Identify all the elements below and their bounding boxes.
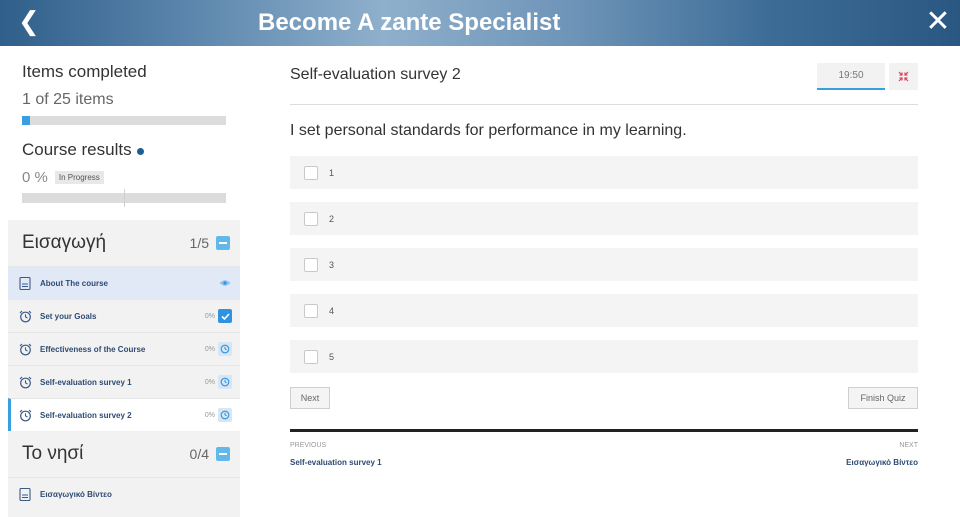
- collapse-minus-icon[interactable]: [216, 236, 230, 250]
- lesson-item[interactable]: Εισαγωγικό Βίντεο: [8, 477, 240, 510]
- section-progress: 0/4: [189, 446, 209, 462]
- document-icon: [18, 276, 32, 290]
- section-meta: 0/4: [190, 446, 230, 462]
- answer-checkbox[interactable]: [304, 165, 318, 180]
- section-meta: 1/5: [190, 235, 230, 251]
- next-label: NEXT: [899, 442, 918, 449]
- answer-label: 3: [329, 259, 335, 270]
- lesson-label: About The course: [40, 278, 109, 288]
- previous-label: PREVIOUS: [290, 442, 327, 449]
- lesson-left: Self-evaluation survey 1: [18, 375, 132, 389]
- progress-summary: Items completed 1 of 25 items Course res…: [8, 46, 240, 220]
- passing-grade-marker: [124, 189, 125, 207]
- lesson-left: Εισαγωγικό Βίντεο: [18, 487, 112, 501]
- lesson-left: Set your Goals: [18, 309, 96, 323]
- answer-label: 1: [329, 167, 335, 178]
- lesson-label: Set your Goals: [40, 311, 97, 321]
- top-header: ❮ Become A zante Specialist ✕: [0, 0, 960, 46]
- lesson-item[interactable]: Set your Goals 0%: [8, 299, 240, 332]
- toggle-fullscreen-button[interactable]: [889, 63, 918, 90]
- quiz-content: Self-evaluation survey 2 19:50 I set per…: [290, 46, 918, 517]
- course-results-label: Course results: [22, 140, 132, 159]
- items-completed-heading: Items completed: [22, 62, 147, 81]
- finish-quiz-button[interactable]: Finish Quiz: [848, 387, 918, 409]
- lesson-item[interactable]: Self-evaluation survey 1 0%: [8, 365, 240, 398]
- section-header[interactable]: Το νησί 0/4: [8, 431, 240, 477]
- quiz-timer: 19:50: [817, 63, 885, 90]
- lesson-label: Self-evaluation survey 1: [40, 377, 132, 387]
- pending-clock-icon: [218, 375, 232, 389]
- section-title: Το νησί: [22, 443, 84, 464]
- collapse-minus-icon[interactable]: [216, 447, 230, 461]
- alarm-clock-icon: [18, 342, 32, 356]
- lesson-percent: 0%: [204, 378, 215, 386]
- items-completed-count: 1 of 25 items: [22, 91, 114, 108]
- answer-label: 2: [329, 213, 335, 224]
- answer-checkbox[interactable]: [304, 349, 318, 364]
- answer-label: 5: [329, 351, 335, 362]
- alarm-clock-icon: [18, 408, 32, 422]
- answer-option[interactable]: 2: [290, 202, 918, 235]
- answer-option[interactable]: 4: [290, 294, 918, 327]
- status-badge: In Progress: [54, 171, 104, 184]
- course-title: Become A zante Specialist: [258, 9, 561, 36]
- answer-option[interactable]: 5: [290, 340, 918, 373]
- lesson-item[interactable]: Self-evaluation survey 2 0%: [8, 398, 240, 431]
- lesson-percent: 0%: [204, 345, 215, 353]
- items-progress-bar: [22, 116, 226, 125]
- answer-checkbox[interactable]: [304, 257, 318, 272]
- question-text: I set personal standards for performance…: [290, 122, 687, 139]
- section-header[interactable]: Εισαγωγή 1/5: [8, 220, 240, 266]
- answer-option[interactable]: 3: [290, 248, 918, 281]
- lesson-item[interactable]: About The course: [8, 266, 240, 299]
- curriculum-sidebar: Items completed 1 of 25 items Course res…: [8, 46, 240, 517]
- lesson-status: 0%: [205, 408, 232, 422]
- answer-checkbox[interactable]: [304, 211, 318, 226]
- pending-clock-icon: [218, 342, 232, 356]
- answer-label: 4: [329, 305, 335, 316]
- answer-checkbox[interactable]: [304, 303, 318, 318]
- course-results-bar: [22, 189, 226, 207]
- section-progress: 1/5: [189, 235, 209, 251]
- completed-check-icon: [218, 309, 232, 323]
- lesson-status: 0%: [205, 309, 232, 323]
- course-results-percent: 0 %: [22, 169, 48, 186]
- previous-lesson-link[interactable]: Self-evaluation survey 1: [290, 458, 382, 467]
- compress-arrows-icon: [898, 71, 909, 82]
- lesson-left: Effectiveness of the Course: [18, 342, 145, 356]
- lesson-label: Self-evaluation survey 2: [40, 410, 132, 420]
- alarm-clock-icon: [18, 375, 32, 389]
- lesson-label: Εισαγωγικό Βίντεο: [40, 489, 112, 499]
- next-lesson-link[interactable]: Εισαγωγικό Βίντεο: [846, 458, 918, 467]
- document-icon: [18, 487, 32, 501]
- alarm-clock-icon: [18, 309, 32, 323]
- lesson-status: 0%: [205, 342, 232, 356]
- lesson-left: About The course: [18, 276, 108, 290]
- info-icon[interactable]: [136, 148, 144, 155]
- section-title: Εισαγωγή: [22, 232, 107, 253]
- items-progress-fill: [22, 116, 31, 125]
- lesson-status: 0%: [205, 375, 232, 389]
- quiz-title: Self-evaluation survey 2: [290, 66, 461, 83]
- viewing-eye-icon: [218, 276, 232, 290]
- back-chevron-icon[interactable]: ❮: [18, 8, 46, 38]
- lesson-percent: 0%: [204, 312, 215, 320]
- title-divider: [290, 104, 918, 105]
- course-results-heading: Course results: [22, 140, 226, 160]
- lesson-label: Effectiveness of the Course: [40, 344, 146, 354]
- course-results-row: 0 % In Progress: [22, 169, 226, 186]
- curriculum-sections: Εισαγωγή 1/5 About The course Set your Goal…: [8, 220, 240, 510]
- footer-divider: [290, 429, 918, 432]
- lesson-percent: 0%: [204, 411, 215, 419]
- lesson-left: Self-evaluation survey 2: [18, 408, 132, 422]
- close-icon[interactable]: ✕: [924, 6, 952, 38]
- lesson-status: [218, 276, 232, 290]
- pending-clock-icon: [218, 408, 232, 422]
- lesson-item[interactable]: Effectiveness of the Course 0%: [8, 332, 240, 365]
- next-question-button[interactable]: Next: [290, 387, 330, 409]
- answer-option[interactable]: 1: [290, 156, 918, 189]
